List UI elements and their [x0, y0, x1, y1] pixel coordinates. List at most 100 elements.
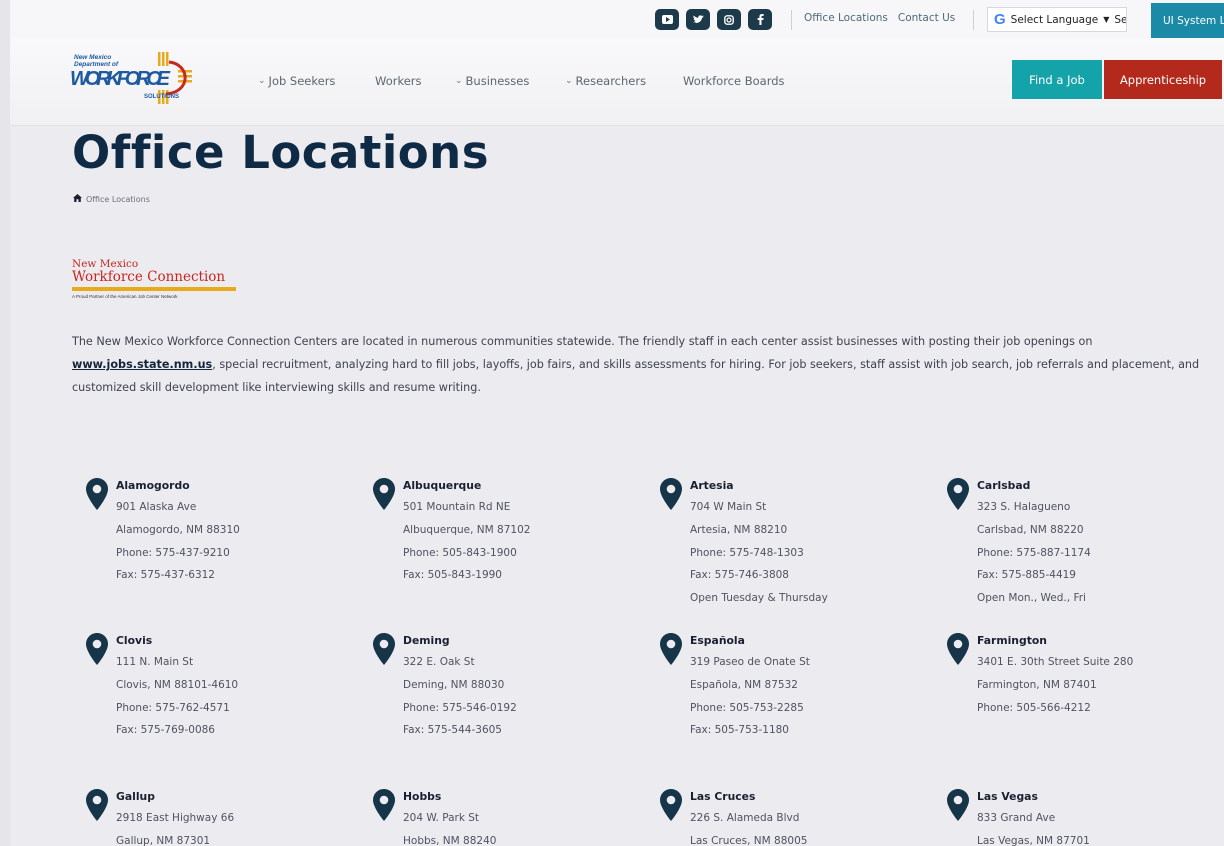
location-name: Gallup	[116, 790, 155, 803]
twitter-icon[interactable]	[686, 9, 710, 30]
nav-researchers[interactable]: ⌄ Researchers	[565, 74, 683, 88]
location-line: Alamogordo, NM 88310	[116, 523, 240, 536]
svg-text:SOLUTIONS: SOLUTIONS	[144, 94, 179, 100]
page: Office Locations Contact Us G Select Lan…	[10, 0, 1224, 846]
location-name: Farmington	[977, 634, 1047, 647]
location-line: Phone: 575-748-1303	[690, 546, 804, 559]
location-line: 3401 E. 30th Street Suite 280	[977, 656, 1134, 668]
location-line: Phone: 505-566-4212	[977, 701, 1091, 714]
location-details: Las Cruces 226 S. Alameda Blvd Las Cruces,…	[690, 787, 807, 846]
language-extra: Sele	[1114, 13, 1127, 26]
nav-job-seekers[interactable]: ⌄ Job Seekers	[258, 74, 375, 88]
nav-label: Job Seekers	[268, 74, 336, 88]
chevron-down-icon: ⌄	[258, 76, 266, 86]
nav-workers[interactable]: Workers	[375, 74, 455, 88]
location-name: Las Vegas	[977, 790, 1038, 803]
location-name: Deming	[403, 634, 450, 647]
location-card: Alamogordo 901 Alaska Ave Alamogordo, NM 8…	[86, 476, 240, 587]
location-line: Phone: 575-887-1174	[977, 546, 1091, 559]
map-pin-icon	[660, 633, 682, 665]
nav-workforce-boards[interactable]: Workforce Boards	[683, 74, 785, 88]
location-card: Española 319 Paseo de Onate St Española, N…	[660, 631, 810, 742]
social-links	[655, 9, 772, 30]
home-icon[interactable]	[73, 194, 82, 204]
location-line: Albuquerque, NM 87102	[403, 523, 531, 536]
location-details: Española 319 Paseo de Onate St Española, N…	[690, 631, 810, 742]
page-title: Office Locations	[72, 126, 489, 179]
chevron-down-icon: ⌄	[565, 76, 573, 86]
intro-text-2: , special recruitment, analyzing hard to…	[72, 358, 1200, 394]
instagram-icon[interactable]	[717, 9, 741, 30]
location-line: Fax: 575-769-0086	[116, 724, 215, 737]
location-line: Las Vegas, NM 87701	[977, 834, 1090, 846]
location-line: Fax: 575-437-6312	[116, 569, 215, 582]
location-line: 111 N. Main St	[116, 656, 194, 668]
location-name: Carlsbad	[977, 479, 1031, 492]
location-card: Carlsbad 323 S. Halagueno Carlsbad, NM 882…	[947, 476, 1091, 610]
svg-text:WORKFORCE: WORKFORCE	[70, 68, 171, 90]
location-line: Artesia, NM 88210	[690, 523, 788, 536]
language-select[interactable]: G Select Language ▼ Sele	[987, 7, 1127, 32]
map-pin-icon	[660, 789, 682, 821]
nmdws-logo[interactable]: New Mexico Department of WORKFORCE SOLUT…	[70, 50, 202, 108]
location-line: Phone: 575-762-4571	[116, 701, 230, 714]
logo-main-text: Workforce Connection	[72, 269, 226, 285]
location-line: Open Tuesday & Thursday	[690, 592, 828, 605]
map-pin-icon	[86, 478, 108, 510]
divider	[791, 10, 792, 30]
location-card: Las Vegas 833 Grand Ave Las Vegas, NM 8770…	[947, 787, 1090, 846]
location-line: 901 Alaska Ave	[116, 501, 197, 513]
location-details: Alamogordo 901 Alaska Ave Alamogordo, NM 8…	[116, 476, 240, 587]
language-label: Select Language	[1010, 13, 1099, 26]
location-line: 204 W. Park St	[403, 812, 480, 824]
nav-label: Researchers	[575, 74, 647, 88]
location-card: Clovis 111 N. Main St Clovis, NM 88101-461…	[86, 631, 238, 742]
contact-us-link[interactable]: Contact Us	[898, 12, 955, 24]
logo-bar	[72, 287, 236, 291]
location-details: Deming 322 E. Oak St Deming, NM 88030 Phone…	[403, 631, 517, 742]
nav-label: Workforce Boards	[683, 74, 785, 88]
facebook-icon[interactable]	[748, 9, 772, 30]
location-line: 2918 East Highway 66	[116, 812, 235, 824]
map-pin-icon	[660, 478, 682, 510]
jobs-site-link[interactable]: www.jobs.state.nm.us	[72, 358, 212, 371]
location-name: Hobbs	[403, 790, 442, 803]
location-card: Farmington 3401 E. 30th Street Suite 280 F…	[947, 631, 1133, 719]
location-details: Carlsbad 323 S. Halagueno Carlsbad, NM 882…	[977, 476, 1091, 610]
office-locations-link[interactable]: Office Locations	[804, 12, 888, 24]
location-line: 833 Grand Ave	[977, 812, 1056, 824]
location-name: Española	[690, 634, 745, 647]
location-line: Phone: 505-843-1900	[403, 546, 517, 559]
map-pin-icon	[947, 633, 969, 665]
nav-label: Businesses	[465, 74, 530, 88]
location-line: Fax: 575-885-4419	[977, 569, 1076, 582]
find-a-job-button[interactable]: Find a Job	[1012, 60, 1102, 99]
apprenticeship-button[interactable]: Apprenticeship	[1104, 60, 1222, 99]
location-card: Artesia 704 W Main St Artesia, NM 88210 Pho…	[660, 476, 828, 610]
utility-bar: Office Locations Contact Us G Select Lan…	[10, 0, 1224, 38]
ui-system-button[interactable]: UI System L	[1151, 3, 1224, 38]
location-name: Artesia	[690, 479, 734, 492]
intro-text-1: The New Mexico Workforce Connection Cent…	[72, 335, 1093, 348]
location-line: Fax: 575-544-3605	[403, 724, 502, 737]
location-line: Phone: 575-437-9210	[116, 546, 230, 559]
map-pin-icon	[86, 633, 108, 665]
location-line: Fax: 505-753-1180	[690, 724, 789, 737]
location-card: Gallup 2918 East Highway 66 Gallup, NM 873…	[86, 787, 234, 846]
location-line: Open Mon., Wed., Fri	[977, 592, 1086, 605]
location-card: Deming 322 E. Oak St Deming, NM 88030 Phone…	[373, 631, 517, 742]
nav-businesses[interactable]: ⌄ Businesses	[455, 74, 565, 88]
site-header: New Mexico Department of WORKFORCE SOLUT…	[10, 38, 1224, 126]
nav-label: Workers	[375, 74, 422, 88]
location-details: Albuquerque 501 Mountain Rd NE Albuquerque…	[403, 476, 530, 587]
location-line: Carlsbad, NM 88220	[977, 523, 1084, 536]
breadcrumb-current: Office Locations	[86, 194, 150, 204]
location-line: Fax: 575-746-3808	[690, 569, 789, 582]
location-line: 501 Mountain Rd NE	[403, 501, 511, 513]
map-pin-icon	[947, 789, 969, 821]
location-line: Española, NM 87532	[690, 678, 798, 691]
youtube-icon[interactable]	[655, 9, 679, 30]
map-pin-icon	[373, 633, 395, 665]
location-card: Las Cruces 226 S. Alameda Blvd Las Cruces,…	[660, 787, 807, 846]
location-name: Las Cruces	[690, 790, 756, 803]
